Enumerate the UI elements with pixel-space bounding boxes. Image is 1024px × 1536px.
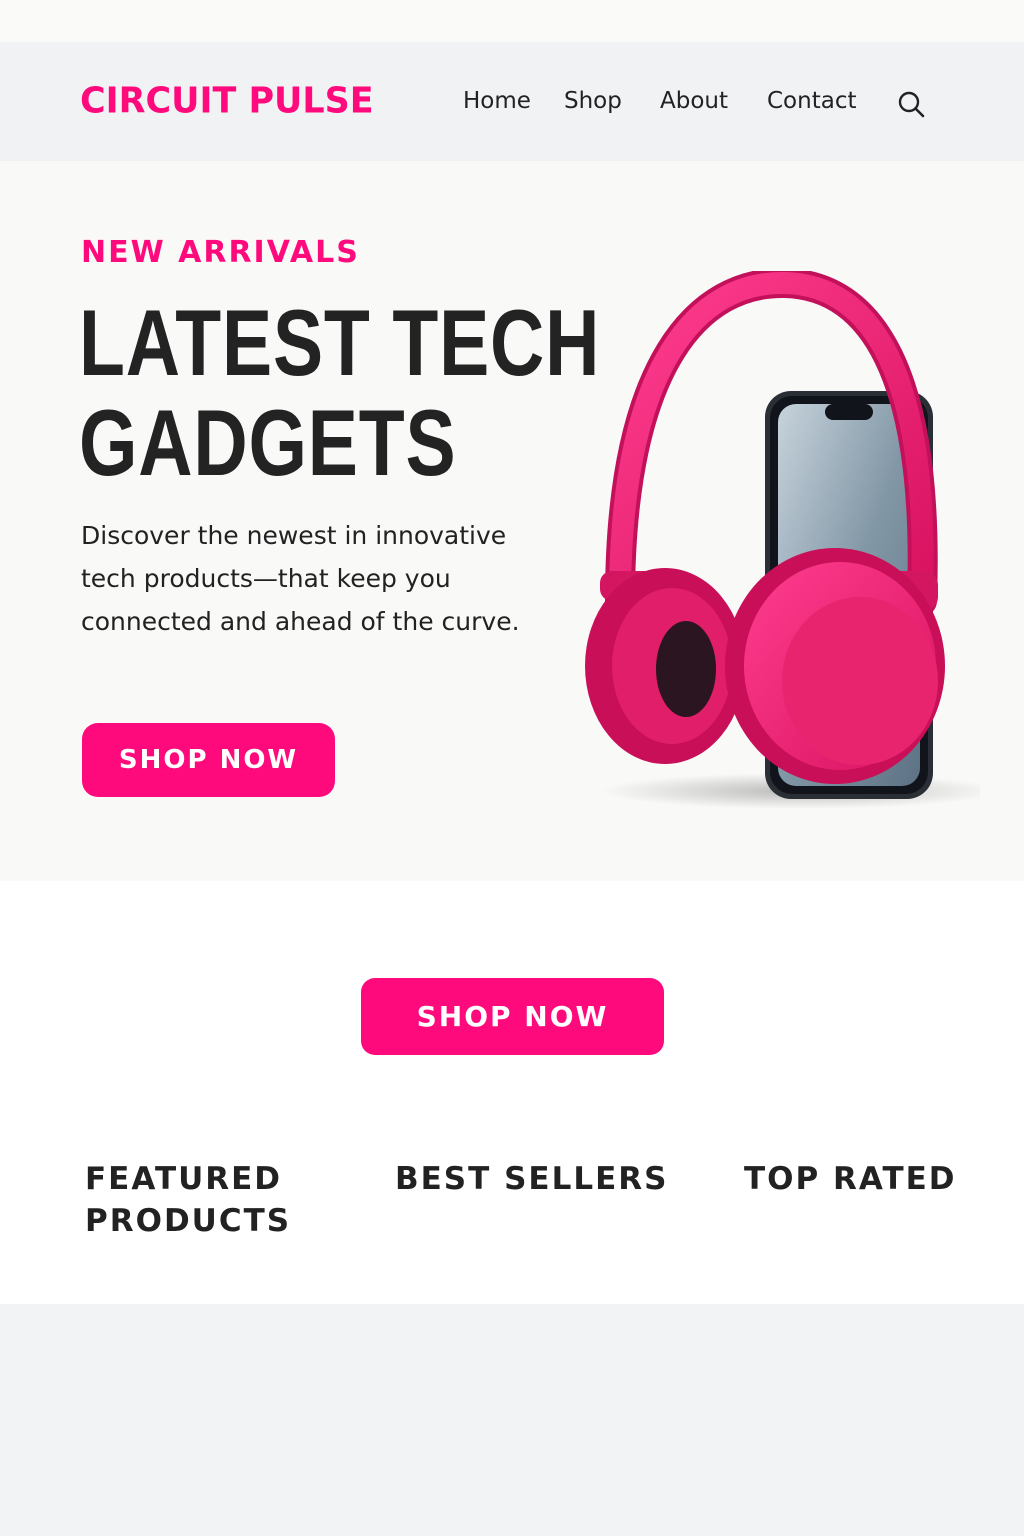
shop-now-button[interactable]: SHOP NOW [361,978,664,1055]
hero-headline: LATEST TECH GADGETS [79,293,600,493]
hero-description: Discover the newest in innovative tech p… [81,521,520,636]
category-best-sellers[interactable]: BEST SELLERS [395,1158,668,1200]
category-featured-products[interactable]: FEATURED PRODUCTS [85,1158,345,1242]
headphones-phone-image [585,271,980,809]
brand-logo[interactable]: CIRCUIT PULSE [80,81,374,122]
nav-contact[interactable]: Contact [767,88,856,114]
top-strip [0,0,1024,42]
category-top-rated[interactable]: TOP RATED [744,1158,957,1200]
hero-shop-now-button[interactable]: SHOP NOW [82,723,335,797]
footer-area [0,1304,1024,1536]
site-header: CIRCUIT PULSE Home Shop About Contact [0,42,1024,161]
hero-eyebrow: NEW ARRIVALS [81,235,360,270]
nav-about[interactable]: About [660,88,728,114]
categories-section: SHOP NOW FEATURED PRODUCTS BEST SELLERS … [0,881,1024,1304]
nav-home[interactable]: Home [463,88,531,114]
nav-shop[interactable]: Shop [564,88,622,114]
hero-headline-line1: LATEST TECH [79,290,601,395]
hero-headline-line2: GADGETS [79,390,457,495]
hero-section: NEW ARRIVALS LATEST TECH GADGETS Discove… [0,161,1024,881]
search-icon[interactable] [896,89,926,119]
